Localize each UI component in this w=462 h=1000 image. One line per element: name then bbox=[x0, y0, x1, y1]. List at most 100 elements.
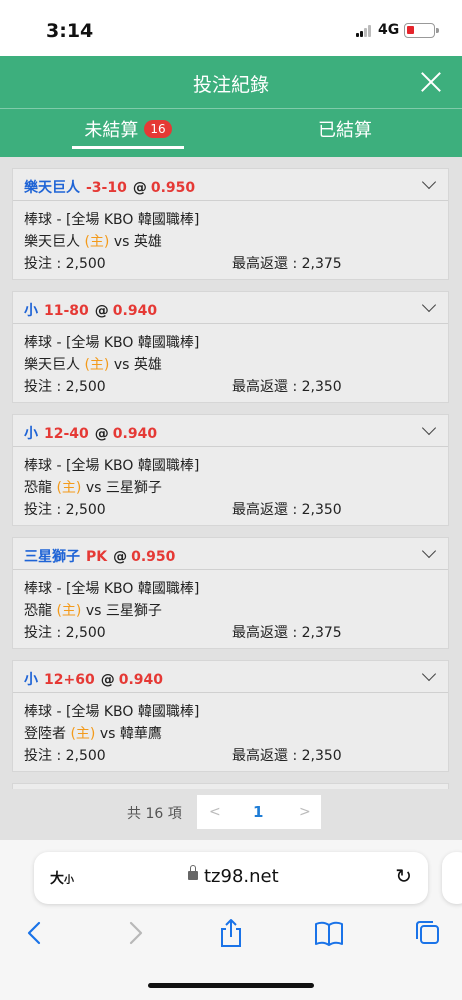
amount-row: 投注 : 2,500 最高返還 : 2,350 bbox=[24, 745, 440, 767]
stake-amount: 投注 : 2,500 bbox=[24, 748, 106, 764]
bet-card[interactable]: 小 12+60 @0.940 棒球 - [全場 KBO 韓國職棒] 登陸者 (主) … bbox=[12, 660, 449, 772]
chevron-down-icon[interactable] bbox=[421, 666, 437, 682]
bet-team: 樂天巨人 bbox=[24, 180, 80, 196]
home-tag: (主) bbox=[84, 234, 110, 250]
home-indicator bbox=[148, 983, 314, 988]
league-label: 棒球 - [全場 KBO 韓國職棒] bbox=[24, 458, 200, 474]
bet-odds: 0.950 bbox=[150, 180, 196, 196]
url-domain[interactable]: tz98.net bbox=[204, 866, 279, 887]
network-label: 4G bbox=[378, 22, 400, 38]
bet-team: 小 bbox=[24, 303, 38, 319]
match-label: 恐龍 (主) vs 三星獅子 bbox=[24, 477, 440, 499]
text-size-large: 大 bbox=[50, 871, 64, 887]
bet-odds: 0.940 bbox=[112, 303, 158, 319]
bet-details: 棒球 - [全場 KBO 韓國職棒] 恐龍 (主) vs 三星獅子 投注 : 2… bbox=[24, 578, 440, 644]
bet-card[interactable]: 小 12-40 @0.940 棒球 - [全場 KBO 韓國職棒] 恐龍 (主) v… bbox=[12, 414, 449, 526]
bet-line: -3-10 bbox=[86, 180, 127, 196]
battery-icon bbox=[404, 23, 439, 38]
vs-label: vs bbox=[85, 480, 102, 496]
reload-icon[interactable]: ↻ bbox=[395, 864, 412, 888]
bet-odds: 0.940 bbox=[112, 426, 158, 442]
bet-card[interactable]: 小 11-80 @0.940 棒球 - [全場 KBO 韓國職棒] 樂天巨人 (主)… bbox=[12, 291, 449, 403]
home-tag: (主) bbox=[70, 726, 96, 742]
text-size-button[interactable]: 大小 bbox=[50, 868, 74, 888]
stake-amount: 投注 : 2,500 bbox=[24, 502, 106, 518]
count-badge: 16 bbox=[144, 120, 172, 138]
at-sign: @ bbox=[94, 426, 109, 442]
bet-pick: 三星獅子 PK @0.950 bbox=[24, 546, 175, 566]
bet-details: 棒球 - [全場 KBO 韓國職棒] 樂天巨人 (主) vs 英雄 投注 : 2… bbox=[24, 332, 440, 398]
bet-odds: 0.950 bbox=[131, 549, 176, 565]
back-icon[interactable] bbox=[18, 918, 52, 948]
at-sign: @ bbox=[113, 549, 128, 565]
bet-card-header[interactable]: 小 12-40 @0.940 bbox=[13, 415, 448, 447]
next-tab-preview[interactable] bbox=[442, 852, 462, 904]
address-bar[interactable]: 大小 tz98.net ↻ bbox=[34, 852, 428, 904]
home-tag: (主) bbox=[56, 603, 82, 619]
tab-unsettled-label: 未結算 bbox=[84, 120, 139, 141]
home-team: 樂天巨人 bbox=[24, 234, 80, 250]
page-selector: < 1 > bbox=[197, 795, 321, 829]
stake-amount: 投注 : 2,500 bbox=[24, 625, 106, 641]
stake-amount: 投注 : 2,500 bbox=[24, 379, 106, 395]
bet-card-header[interactable]: 樂天巨人 -3-10 @0.950 bbox=[13, 169, 448, 201]
bet-team: 小 bbox=[24, 672, 38, 688]
max-return: 最高返還 : 2,375 bbox=[232, 256, 342, 272]
bet-line: PK bbox=[86, 549, 108, 565]
bet-card-header[interactable]: 小 11-80 @0.940 bbox=[13, 292, 448, 324]
pagination: 共 16 項 < 1 > bbox=[0, 795, 462, 829]
league-label: 棒球 - [全場 KBO 韓國職棒] bbox=[24, 212, 200, 228]
league-label: 棒球 - [全場 KBO 韓國職棒] bbox=[24, 581, 200, 597]
at-sign: @ bbox=[132, 180, 147, 196]
bet-line: 11-80 bbox=[44, 303, 89, 319]
current-page[interactable]: 1 bbox=[253, 803, 263, 821]
match-label: 登陸者 (主) vs 韓華鷹 bbox=[24, 723, 440, 745]
page-header: 投注紀錄 bbox=[0, 56, 462, 108]
bet-list: 樂天巨人 -3-10 @0.950 棒球 - [全場 KBO 韓國職棒] 樂天巨人 … bbox=[0, 157, 462, 840]
max-return: 最高返還 : 2,350 bbox=[232, 748, 342, 764]
bet-card[interactable]: 三星獅子 PK @0.950 棒球 - [全場 KBO 韓國職棒] 恐龍 (主) v… bbox=[12, 537, 449, 649]
chevron-down-icon[interactable] bbox=[421, 174, 437, 190]
stake-amount: 投注 : 2,500 bbox=[24, 256, 106, 272]
bet-card-header[interactable]: 三星獅子 PK @0.950 bbox=[13, 538, 448, 570]
next-page-button[interactable]: > bbox=[299, 804, 311, 820]
match-label: 樂天巨人 (主) vs 英雄 bbox=[24, 231, 440, 253]
bet-team: 三星獅子 bbox=[24, 549, 80, 565]
close-icon[interactable] bbox=[418, 69, 444, 95]
status-time: 3:14 bbox=[46, 20, 94, 42]
match-label: 樂天巨人 (主) vs 英雄 bbox=[24, 354, 440, 376]
max-return: 最高返還 : 2,375 bbox=[232, 625, 342, 641]
chevron-down-icon[interactable] bbox=[421, 297, 437, 313]
browser-chrome: 大小 tz98.net ↻ bbox=[0, 840, 462, 1000]
amount-row: 投注 : 2,500 最高返還 : 2,350 bbox=[24, 376, 440, 398]
home-tag: (主) bbox=[84, 357, 110, 373]
away-team: 韓華鷹 bbox=[119, 726, 162, 742]
bet-odds: 0.940 bbox=[118, 672, 163, 688]
status-bar: 3:14 4G bbox=[0, 0, 462, 56]
prev-page-button[interactable]: < bbox=[209, 804, 221, 820]
bet-card[interactable]: 樂天巨人 -3-10 @0.950 棒球 - [全場 KBO 韓國職棒] 樂天巨人 … bbox=[12, 168, 449, 280]
tab-settled-label: 已結算 bbox=[318, 120, 372, 141]
tab-settled[interactable]: 已結算 bbox=[290, 109, 400, 157]
signal-icon bbox=[356, 25, 372, 37]
lock-icon bbox=[188, 865, 198, 880]
bet-pick: 小 12-40 @0.940 bbox=[24, 423, 157, 443]
share-icon[interactable] bbox=[214, 918, 248, 948]
bet-line: 12+60 bbox=[44, 672, 95, 688]
bet-details: 棒球 - [全場 KBO 韓國職棒] 樂天巨人 (主) vs 英雄 投注 : 2… bbox=[24, 209, 440, 275]
vs-label: vs bbox=[85, 603, 102, 619]
bookmarks-icon[interactable] bbox=[312, 918, 346, 948]
chevron-down-icon[interactable] bbox=[421, 420, 437, 436]
chevron-down-icon[interactable] bbox=[421, 543, 437, 559]
tabs-icon[interactable] bbox=[410, 918, 444, 948]
bet-line: 12-40 bbox=[44, 426, 89, 442]
forward-icon[interactable] bbox=[118, 918, 152, 948]
match-label: 恐龍 (主) vs 三星獅子 bbox=[24, 600, 440, 622]
tab-unsettled[interactable]: 未結算 16 bbox=[72, 109, 184, 157]
home-team: 恐龍 bbox=[24, 603, 52, 619]
home-tag: (主) bbox=[56, 480, 82, 496]
bet-card-header[interactable]: 小 12+60 @0.940 bbox=[13, 661, 448, 693]
at-sign: @ bbox=[100, 672, 115, 688]
bet-team: 小 bbox=[24, 426, 38, 442]
max-return: 最高返還 : 2,350 bbox=[232, 502, 342, 518]
